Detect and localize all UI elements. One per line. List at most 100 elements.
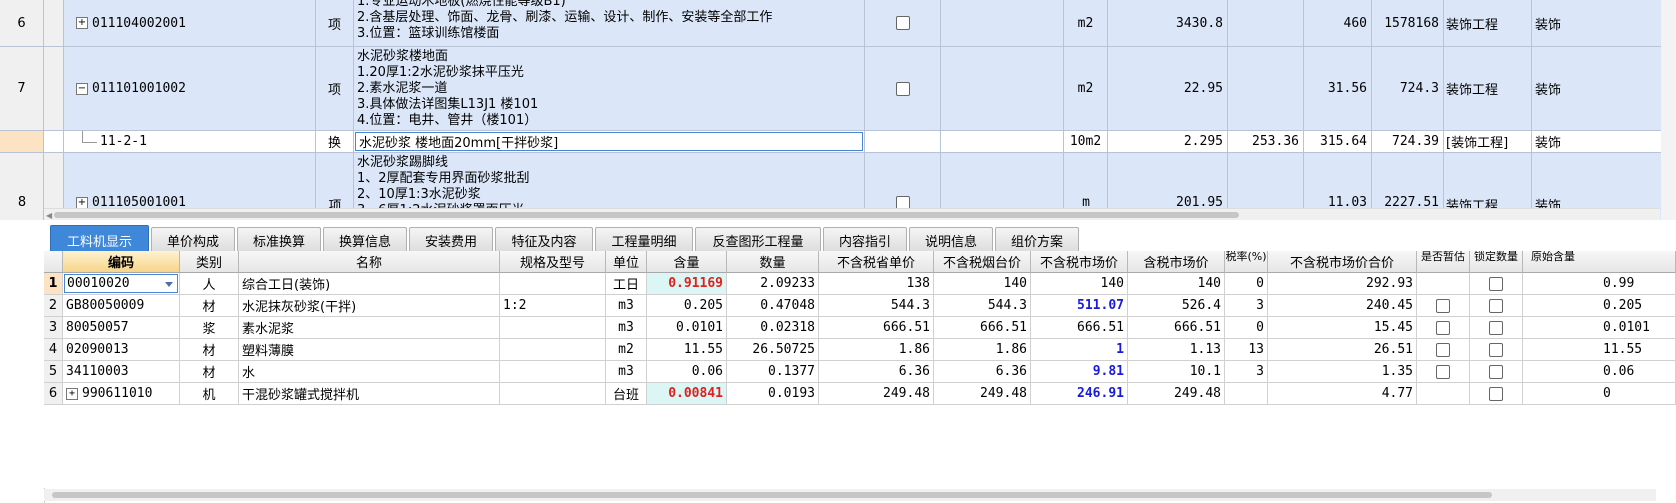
- market-price-cell[interactable]: 666.51: [1031, 317, 1128, 339]
- provisional-cell[interactable]: [1417, 273, 1470, 295]
- scroll-left-icon[interactable]: ◀: [46, 211, 52, 220]
- market-price-tax-cell[interactable]: 666.51: [1128, 317, 1225, 339]
- item-description[interactable]: 水泥砂浆楼地面 1.20厚1:2水泥砂浆抹平压光 2.素水泥浆一道 3.具体做法详图集…: [354, 47, 865, 131]
- header-provincial-price[interactable]: 不含税省单价: [819, 251, 934, 273]
- header-unit[interactable]: 单位: [606, 251, 647, 273]
- item-quantity[interactable]: 2.295: [1108, 131, 1228, 153]
- spec-cell[interactable]: [500, 273, 606, 295]
- tab-install-fee[interactable]: 安装费用: [409, 227, 493, 253]
- provisional-cell[interactable]: [1417, 317, 1470, 339]
- lock-cell[interactable]: [1470, 339, 1523, 361]
- scrollbar-thumb[interactable]: [52, 492, 1492, 498]
- spec-cell[interactable]: [500, 317, 606, 339]
- provisional-checkbox[interactable]: [1436, 342, 1450, 357]
- lock-cell[interactable]: [1470, 361, 1523, 383]
- name-cell[interactable]: 水: [239, 361, 500, 383]
- market-price-cell[interactable]: 246.91: [1031, 383, 1128, 405]
- provisional-cell[interactable]: [1417, 339, 1470, 361]
- code-cell[interactable]: +990611010: [63, 383, 180, 405]
- lock-quantity-checkbox[interactable]: [1489, 298, 1503, 313]
- table-row[interactable]: 6 +011104002001 项 1.专业运动木地板(燃烧性能等级B1) 2.含…: [0, 0, 1676, 47]
- table-row[interactable]: 3 80050057 浆 素水泥浆 m3 0.0101 0.02318 666.…: [44, 317, 1676, 339]
- chevron-down-icon[interactable]: [165, 282, 173, 287]
- name-cell[interactable]: 素水泥浆: [239, 317, 500, 339]
- name-cell[interactable]: 干混砂浆罐式搅拌机: [239, 383, 500, 405]
- lock-cell[interactable]: [1470, 383, 1523, 405]
- table-row[interactable]: 2 GB80050009 材 水泥抹灰砂浆(干拌) 1:2 m3 0.205 0…: [44, 295, 1676, 317]
- provisional-checkbox[interactable]: [1436, 320, 1450, 335]
- tab-unit-price-composition[interactable]: 单价构成: [151, 227, 235, 253]
- market-price-cell[interactable]: 9.81: [1031, 361, 1128, 383]
- item-checkbox-cell[interactable]: [865, 0, 941, 47]
- description-edit-field[interactable]: 水泥砂浆 楼地面20mm[干拌砂浆]: [355, 132, 863, 151]
- code-cell[interactable]: 34110003: [63, 361, 180, 383]
- table-row[interactable]: 5 34110003 材 水 m3 0.06 0.1377 6.36 6.36 …: [44, 361, 1676, 383]
- header-provisional[interactable]: 是否暂估: [1417, 251, 1470, 273]
- spec-cell[interactable]: 1:2: [500, 295, 606, 317]
- market-price-cell[interactable]: 511.07: [1031, 295, 1128, 317]
- market-price-tax-cell[interactable]: 140: [1128, 273, 1225, 295]
- code-cell[interactable]: 00010020: [63, 273, 180, 295]
- provisional-checkbox[interactable]: [1436, 364, 1450, 379]
- lock-quantity-checkbox[interactable]: [1489, 276, 1503, 291]
- header-market-price-tax[interactable]: 含税市场价: [1128, 251, 1225, 273]
- expand-icon[interactable]: +: [76, 196, 88, 209]
- market-price-cell[interactable]: 140: [1031, 273, 1128, 295]
- market-price-tax-cell[interactable]: 1.13: [1128, 339, 1225, 361]
- code-cell[interactable]: 02090013: [63, 339, 180, 361]
- tab-content-guide[interactable]: 内容指引: [823, 227, 907, 253]
- expand-icon[interactable]: +: [76, 17, 88, 29]
- spec-cell[interactable]: [500, 339, 606, 361]
- market-price-cell[interactable]: 1: [1031, 339, 1128, 361]
- checkbox[interactable]: [895, 16, 910, 30]
- header-code[interactable]: 编码: [63, 251, 180, 273]
- market-price-tax-cell[interactable]: 10.1: [1128, 361, 1225, 383]
- tab-standard-conversion[interactable]: 标准换算: [237, 227, 321, 253]
- tax-rate-cell[interactable]: 0: [1225, 317, 1268, 339]
- tab-reverse-graphic-quantity[interactable]: 反查图形工程量: [695, 227, 821, 253]
- table-row-selected[interactable]: 11-2-1 换 水泥砂浆 楼地面20mm[干拌砂浆] 10m2 2.295 2…: [0, 131, 1676, 153]
- table-row[interactable]: 4 02090013 材 塑料薄膜 m2 11.55 26.50725 1.86…: [44, 339, 1676, 361]
- lock-quantity-checkbox[interactable]: [1489, 320, 1503, 335]
- tax-rate-cell[interactable]: 13: [1225, 339, 1268, 361]
- provisional-checkbox[interactable]: [1436, 298, 1450, 313]
- header-tax-rate[interactable]: 税率(%): [1225, 251, 1268, 273]
- lock-cell[interactable]: [1470, 317, 1523, 339]
- market-price-tax-cell[interactable]: 249.48: [1128, 383, 1225, 405]
- item-quantity[interactable]: 22.95: [1108, 47, 1228, 131]
- table-row[interactable]: 6 +990611010 机 干混砂浆罐式搅拌机 台班 0.00841 0.01…: [44, 383, 1676, 405]
- item-quantity[interactable]: 3430.8: [1108, 0, 1228, 47]
- code-cell[interactable]: 80050057: [63, 317, 180, 339]
- provisional-cell[interactable]: [1417, 361, 1470, 383]
- tab-labor-material-machine[interactable]: 工料机显示: [50, 225, 149, 254]
- collapse-icon[interactable]: −: [76, 82, 88, 95]
- tab-description-info[interactable]: 说明信息: [909, 227, 993, 253]
- item-code[interactable]: −011101001002: [64, 47, 316, 131]
- provisional-cell[interactable]: [1417, 383, 1470, 405]
- content-cell[interactable]: 0.06: [647, 361, 727, 383]
- content-cell[interactable]: 0.91169: [647, 273, 727, 295]
- lock-cell[interactable]: [1470, 273, 1523, 295]
- tab-pricing-scheme[interactable]: 组价方案: [995, 227, 1079, 253]
- content-cell[interactable]: 0.00841: [647, 383, 727, 405]
- header-lock-quantity[interactable]: 锁定数量: [1470, 251, 1523, 273]
- lock-quantity-checkbox[interactable]: [1489, 364, 1503, 379]
- tax-rate-cell[interactable]: 3: [1225, 361, 1268, 383]
- header-quantity[interactable]: 数量: [727, 251, 819, 273]
- scrollbar-thumb[interactable]: [54, 212, 1239, 218]
- header-type[interactable]: 类别: [180, 251, 239, 273]
- tab-conversion-info[interactable]: 换算信息: [323, 227, 407, 253]
- item-description[interactable]: 水泥砂浆 楼地面20mm[干拌砂浆]: [354, 131, 865, 153]
- spec-cell[interactable]: [500, 361, 606, 383]
- table-row[interactable]: 1 00010020 人 综合工日(装饰) 工日 0.91169 2.09233…: [44, 273, 1676, 295]
- tax-rate-cell[interactable]: [1225, 383, 1268, 405]
- tax-rate-cell[interactable]: 3: [1225, 295, 1268, 317]
- code-dropdown[interactable]: 00010020: [64, 274, 178, 293]
- lock-quantity-checkbox[interactable]: [1489, 386, 1503, 401]
- content-cell[interactable]: 0.205: [647, 295, 727, 317]
- tax-rate-cell[interactable]: 0: [1225, 273, 1268, 295]
- bottom-horizontal-scrollbar[interactable]: [44, 489, 1656, 501]
- provisional-cell[interactable]: [1417, 295, 1470, 317]
- header-market-price[interactable]: 不含税市场价: [1031, 251, 1128, 273]
- item-checkbox-cell[interactable]: [865, 47, 941, 131]
